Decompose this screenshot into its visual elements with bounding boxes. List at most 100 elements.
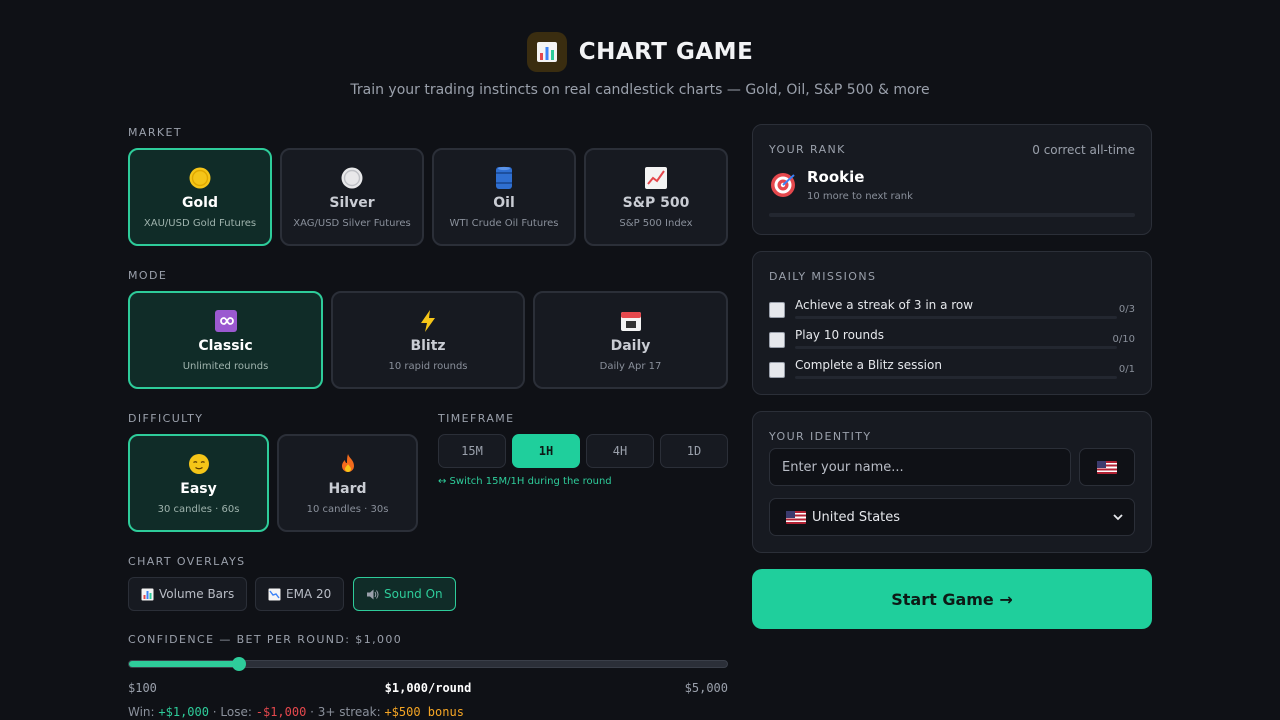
lose-value: -$1,000 — [255, 705, 307, 719]
oil-barrel-icon — [493, 165, 515, 191]
rank-next: 10 more to next rank — [807, 191, 913, 202]
slider-thumb[interactable] — [231, 657, 246, 671]
silver-coin-icon — [340, 165, 364, 191]
trend-down-icon — [268, 588, 281, 600]
mode-name: Classic — [198, 338, 253, 354]
identity-label: YOUR IDENTITY — [769, 430, 872, 443]
mode-name: Daily — [610, 338, 651, 354]
lightning-icon — [417, 308, 439, 334]
overlay-label: Volume Bars — [159, 587, 235, 601]
overlay-volume-bars-button[interactable]: Volume Bars — [128, 577, 248, 611]
market-name: Gold — [182, 195, 218, 211]
mission-progress-bar — [795, 316, 1117, 319]
streak-prefix: · 3+ streak: — [306, 705, 385, 719]
overlay-ema-button[interactable]: EMA 20 — [255, 577, 345, 611]
timeframe-4h[interactable]: 4H — [586, 434, 654, 468]
mission-progress-bar — [795, 376, 1117, 379]
overlay-sound-button[interactable]: Sound On — [353, 577, 456, 611]
flag-picker-button[interactable] — [1079, 448, 1135, 486]
mode-desc: Daily Apr 17 — [599, 361, 662, 372]
market-desc: XAU/USD Gold Futures — [143, 218, 257, 229]
start-game-button[interactable]: Start Game → — [752, 569, 1152, 629]
mission-count: 0/10 — [1112, 334, 1135, 345]
difficulty-card-hard[interactable]: Hard 10 candles · 30s — [277, 434, 418, 532]
market-card-oil[interactable]: Oil WTI Crude Oil Futures — [432, 148, 576, 246]
slider-max-label: $5,000 — [684, 681, 728, 695]
name-input[interactable] — [769, 448, 1071, 486]
timeframe-1h[interactable]: 1H — [512, 434, 580, 468]
rank-name: Rookie — [807, 168, 865, 186]
mission-count: 0/3 — [1118, 304, 1135, 315]
missions-label: DAILY MISSIONS — [769, 270, 877, 283]
slider-current-label: $1,000/round — [384, 681, 472, 695]
mission-text: Complete a Blitz session — [795, 358, 942, 372]
infinity-icon — [214, 308, 238, 334]
mission-item: Complete a Blitz session 0/1 — [769, 358, 1135, 382]
overlay-label: Sound On — [384, 587, 443, 601]
correct-count: 0 correct all-time — [1032, 143, 1135, 157]
difficulty-label: DIFFICULTY — [128, 412, 204, 425]
target-icon — [769, 171, 797, 203]
mode-desc: 10 rapid rounds — [388, 361, 468, 372]
market-desc: WTI Crude Oil Futures — [449, 218, 559, 229]
market-name: Oil — [493, 195, 515, 211]
speaker-icon — [367, 589, 379, 599]
page-title: CHART GAME — [578, 39, 754, 65]
checkbox-icon — [769, 362, 785, 378]
overlay-label: EMA 20 — [286, 587, 332, 601]
market-label: MARKET — [128, 126, 182, 139]
missions-panel: DAILY MISSIONS Achieve a streak of 3 in … — [752, 251, 1152, 395]
identity-panel: YOUR IDENTITY United States — [752, 411, 1152, 553]
overlays-label: CHART OVERLAYS — [128, 555, 246, 568]
checkbox-icon — [769, 302, 785, 318]
market-name: S&P 500 — [622, 195, 690, 211]
difficulty-desc: 10 candles · 30s — [306, 504, 389, 515]
country-select[interactable]: United States — [769, 498, 1135, 536]
rank-progress-bar — [769, 213, 1135, 217]
mode-card-classic[interactable]: Classic Unlimited rounds — [128, 291, 323, 389]
mode-card-daily[interactable]: Daily Daily Apr 17 — [533, 291, 728, 389]
mode-card-blitz[interactable]: Blitz 10 rapid rounds — [331, 291, 525, 389]
difficulty-card-easy[interactable]: Easy 30 candles · 60s — [128, 434, 269, 532]
header: CHART GAME — [0, 32, 1280, 72]
mode-desc: Unlimited rounds — [182, 361, 269, 372]
win-value: +$1,000 — [158, 705, 209, 719]
timeframe-1d[interactable]: 1D — [660, 434, 728, 468]
market-name: Silver — [329, 195, 375, 211]
us-flag-icon — [786, 510, 806, 524]
streak-value: +$500 bonus — [384, 705, 464, 719]
mission-item: Achieve a streak of 3 in a row 0/3 — [769, 298, 1135, 322]
win-prefix: Win: — [128, 705, 159, 719]
difficulty-name: Hard — [328, 481, 367, 497]
market-card-silver[interactable]: Silver XAG/USD Silver Futures — [280, 148, 424, 246]
bar-chart-icon — [526, 32, 567, 72]
timeframe-label: TIMEFRAME — [438, 412, 515, 425]
mission-progress-bar — [795, 346, 1117, 349]
payout-line: Win: +$1,000 · Lose: -$1,000 · 3+ streak… — [128, 705, 464, 719]
trend-up-icon — [644, 165, 668, 191]
difficulty-name: Easy — [180, 481, 217, 497]
difficulty-desc: 30 candles · 60s — [157, 504, 240, 515]
relieved-face-icon — [188, 451, 210, 477]
mission-item: Play 10 rounds 0/10 — [769, 328, 1135, 352]
rank-label: YOUR RANK — [769, 143, 846, 156]
timeframe-note: ↔ Switch 15M/1H during the round — [438, 476, 612, 487]
fire-icon — [338, 451, 358, 477]
mode-name: Blitz — [410, 338, 446, 354]
calendar-icon — [619, 308, 643, 334]
mode-label: MODE — [128, 269, 168, 282]
mission-text: Play 10 rounds — [795, 328, 885, 342]
mission-count: 0/1 — [1118, 364, 1135, 375]
lose-prefix: · Lose: — [208, 705, 256, 719]
checkbox-icon — [769, 332, 785, 348]
timeframe-15m[interactable]: 15M — [438, 434, 506, 468]
confidence-slider[interactable] — [128, 657, 728, 671]
market-card-sp500[interactable]: S&P 500 S&P 500 Index — [584, 148, 728, 246]
market-card-gold[interactable]: Gold XAU/USD Gold Futures — [128, 148, 272, 246]
page-subtitle: Train your trading instincts on real can… — [350, 82, 930, 98]
bar-chart-icon — [141, 588, 154, 600]
confidence-label: CONFIDENCE — BET PER ROUND: $1,000 — [128, 633, 403, 646]
gold-coin-icon — [188, 165, 212, 191]
chevron-down-icon — [1113, 514, 1123, 521]
country-value: United States — [812, 509, 901, 525]
